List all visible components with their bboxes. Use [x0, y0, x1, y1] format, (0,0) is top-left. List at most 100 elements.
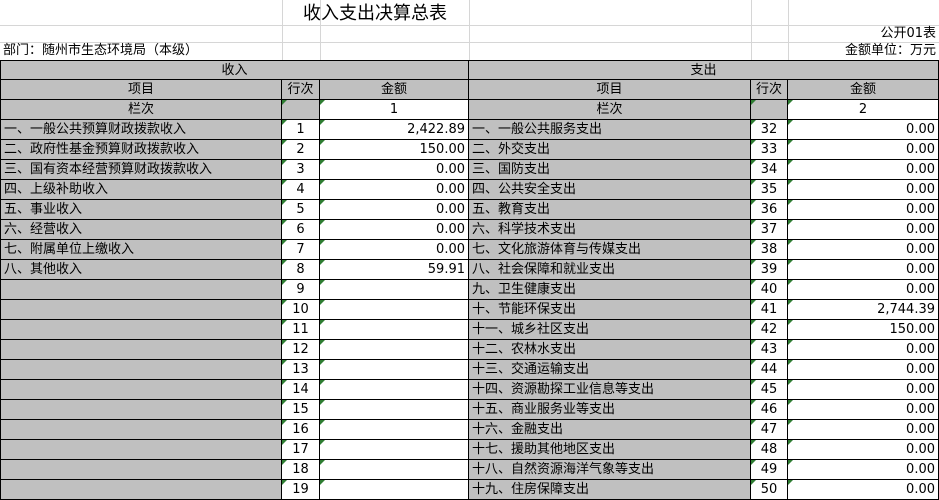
expense-index-value: 2 — [788, 100, 939, 120]
expense-item-cell: 十一、城乡社区支出 — [469, 320, 751, 340]
income-row-number: 7 — [282, 240, 320, 260]
income-amount-cell: 0.00 — [320, 200, 469, 220]
expense-amount-cell: 0.00 — [788, 380, 939, 400]
income-row-number: 9 — [282, 280, 320, 300]
expense-row-number: 50 — [751, 480, 788, 500]
expense-index-label: 栏次 — [469, 100, 751, 120]
income-amount-cell: 0.00 — [320, 180, 469, 200]
expense-row-number: 38 — [751, 240, 788, 260]
income-amount-cell — [320, 380, 469, 400]
income-amount-cell: 0.00 — [320, 240, 469, 260]
income-amount-cell — [320, 280, 469, 300]
expense-item-cell: 六、科学技术支出 — [469, 220, 751, 240]
expense-row-number: 32 — [751, 120, 788, 140]
expense-row-number: 48 — [751, 440, 788, 460]
income-row-number: 13 — [282, 360, 320, 380]
income-item-cell: 七、附属单位上缴收入 — [0, 240, 282, 260]
income-item-cell — [0, 440, 282, 460]
expense-row-number: 36 — [751, 200, 788, 220]
expense-amount-cell: 2,744.39 — [788, 300, 939, 320]
expense-item-cell: 五、教育支出 — [469, 200, 751, 220]
expense-item-cell: 九、卫生健康支出 — [469, 280, 751, 300]
income-row-number: 2 — [282, 140, 320, 160]
expense-item-cell: 一、一般公共服务支出 — [469, 120, 751, 140]
expense-item-header: 项目 — [469, 80, 751, 100]
expense-amount-cell: 0.00 — [788, 220, 939, 240]
expense-item-cell: 十五、商业服务业等支出 — [469, 400, 751, 420]
income-amount-cell — [320, 360, 469, 380]
expense-row-number: 33 — [751, 140, 788, 160]
gridline — [751, 0, 752, 60]
income-item-header: 项目 — [0, 80, 282, 100]
income-item-cell: 二、政府性基金预算财政拨款收入 — [0, 140, 282, 160]
expense-item-cell: 二、外交支出 — [469, 140, 751, 160]
income-amount-cell: 0.00 — [320, 160, 469, 180]
income-index-label: 栏次 — [0, 100, 282, 120]
expense-row-header: 行次 — [751, 80, 788, 100]
income-row-number: 16 — [282, 420, 320, 440]
income-amount-cell: 0.00 — [320, 220, 469, 240]
expense-amount-cell: 150.00 — [788, 320, 939, 340]
expense-amount-cell: 0.00 — [788, 400, 939, 420]
expense-amount-cell: 0.00 — [788, 340, 939, 360]
expense-item-cell: 十二、农林水支出 — [469, 340, 751, 360]
expense-item-cell: 十九、住房保障支出 — [469, 480, 751, 500]
income-amount-cell: 150.00 — [320, 140, 469, 160]
expense-amount-header: 金额 — [788, 80, 939, 100]
income-row-number: 19 — [282, 480, 320, 500]
expense-item-cell: 八、社会保障和就业支出 — [469, 260, 751, 280]
income-item-cell: 八、其他收入 — [0, 260, 282, 280]
income-item-cell — [0, 460, 282, 480]
income-item-cell: 三、国有资本经营预算财政拨款收入 — [0, 160, 282, 180]
income-amount-cell — [320, 320, 469, 340]
income-item-cell — [0, 420, 282, 440]
expense-amount-cell: 0.00 — [788, 460, 939, 480]
expense-row-number: 46 — [751, 400, 788, 420]
expense-header: 支出 — [469, 60, 939, 80]
income-item-cell: 六、经营收入 — [0, 220, 282, 240]
expense-row-number: 45 — [751, 380, 788, 400]
income-row-number: 4 — [282, 180, 320, 200]
income-item-cell — [0, 480, 282, 500]
expense-row-number: 35 — [751, 180, 788, 200]
income-item-cell — [0, 380, 282, 400]
income-item-cell — [0, 300, 282, 320]
income-row-number: 11 — [282, 320, 320, 340]
income-amount-cell — [320, 420, 469, 440]
expense-amount-cell: 0.00 — [788, 140, 939, 160]
income-amount-header: 金额 — [320, 80, 469, 100]
expense-row-number: 40 — [751, 280, 788, 300]
income-amount-cell — [320, 440, 469, 460]
expense-amount-cell: 0.00 — [788, 200, 939, 220]
income-row-number: 18 — [282, 460, 320, 480]
expense-item-cell: 十八、自然资源海洋气象等支出 — [469, 460, 751, 480]
spreadsheet: 收入支出决算总表 公开01表 部门：随州市生态环境局（本级） 金额单位：万元 收… — [0, 0, 939, 500]
income-row-number: 12 — [282, 340, 320, 360]
expense-index-row — [751, 100, 788, 120]
income-amount-cell: 59.91 — [320, 260, 469, 280]
income-item-cell — [0, 360, 282, 380]
income-item-cell: 四、上级补助收入 — [0, 180, 282, 200]
department-label: 部门：随州市生态环境局（本级） — [3, 43, 199, 58]
expense-amount-cell: 0.00 — [788, 420, 939, 440]
expense-row-number: 34 — [751, 160, 788, 180]
income-row-header: 行次 — [282, 80, 320, 100]
expense-row-number: 39 — [751, 260, 788, 280]
income-row-number: 17 — [282, 440, 320, 460]
income-amount-cell — [320, 480, 469, 500]
income-item-cell: 一、一般公共预算财政拨款收入 — [0, 120, 282, 140]
income-amount-cell — [320, 460, 469, 480]
expense-amount-cell: 0.00 — [788, 260, 939, 280]
income-row-number: 1 — [282, 120, 320, 140]
income-item-cell — [0, 320, 282, 340]
expense-row-number: 44 — [751, 360, 788, 380]
expense-item-cell: 四、公共安全支出 — [469, 180, 751, 200]
income-row-number: 5 — [282, 200, 320, 220]
page-title: 收入支出决算总表 — [303, 3, 447, 24]
expense-row-number: 42 — [751, 320, 788, 340]
expense-amount-cell: 0.00 — [788, 160, 939, 180]
income-index-row — [282, 100, 320, 120]
income-item-cell — [0, 340, 282, 360]
expense-row-number: 43 — [751, 340, 788, 360]
expense-row-number: 41 — [751, 300, 788, 320]
